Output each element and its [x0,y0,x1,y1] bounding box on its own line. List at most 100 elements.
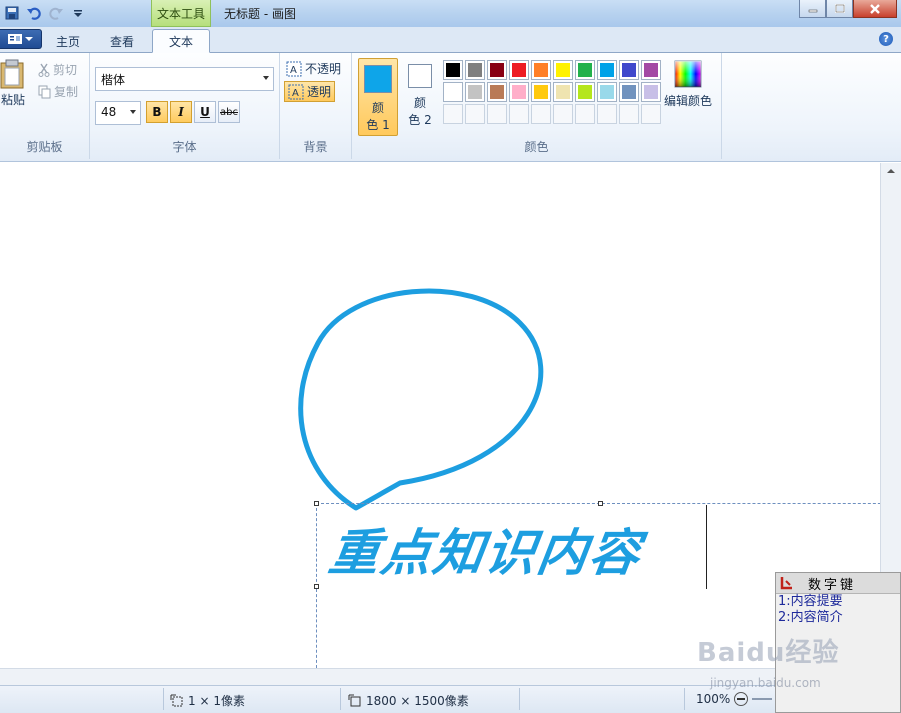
palette-swatch[interactable] [465,60,485,80]
drawing-canvas[interactable]: 重点知识内容 [0,163,880,668]
cut-button[interactable]: 剪切 [38,61,77,78]
paint-menu-button[interactable] [0,29,42,49]
context-tab-text-tools: 文本工具 [151,0,211,27]
tab-view[interactable]: 查看 [98,29,146,53]
palette-swatch[interactable] [619,82,639,102]
font-size-select[interactable]: 48 [95,101,141,125]
ime-logo-icon [780,577,792,590]
customize-toolbar-button[interactable] [68,3,88,23]
palette-swatch[interactable] [443,82,463,102]
quick-access-toolbar [2,3,88,23]
tab-text[interactable]: 文本 [152,29,210,53]
bold-button[interactable]: B [146,101,168,123]
resize-handle[interactable] [314,501,319,506]
ime-candidate[interactable]: 1:内容提要 [776,594,900,610]
redo-button[interactable] [46,3,66,23]
color1-swatch [364,65,392,93]
status-divider [340,688,341,710]
palette-swatch[interactable] [641,60,661,80]
palette-swatch[interactable] [509,82,529,102]
undo-button[interactable] [24,3,44,23]
zoom-value: 100% [696,692,731,706]
palette-swatch[interactable] [487,82,507,102]
palette-swatch[interactable] [465,82,485,102]
chevron-down-icon [74,10,82,17]
palette-swatch[interactable] [597,60,617,80]
color2-button[interactable]: 颜 色 2 [400,58,440,136]
italic-button[interactable]: I [170,101,192,123]
menu-icon [8,34,22,44]
palette-swatch-empty[interactable] [553,104,573,124]
zoom-slider[interactable] [752,698,773,700]
tab-home[interactable]: 主页 [44,29,92,53]
save-icon [5,6,19,20]
paste-button[interactable]: 粘贴 [0,59,26,108]
palette-swatch-empty[interactable] [465,104,485,124]
svg-text:A: A [290,65,297,76]
resize-handle[interactable] [314,584,319,589]
underline-button[interactable]: U [194,101,216,123]
palette-swatch[interactable] [619,60,639,80]
save-button[interactable] [2,3,22,23]
palette-swatch-empty[interactable] [575,104,595,124]
color2-label-line1: 颜 [413,96,426,110]
speech-bubble-outline [298,288,544,511]
ime-candidate[interactable]: 2:内容简介 [776,610,900,626]
group-label-colors: 颜色 [524,140,549,154]
ime-header[interactable]: 数字键 [776,573,900,594]
palette-swatch-empty[interactable] [443,104,463,124]
palette-swatch[interactable] [553,82,573,102]
transparent-button[interactable]: A 透明 [284,81,336,102]
palette-swatch[interactable] [443,60,463,80]
title-bar: 文本工具 无标题 - 画图 [0,0,901,27]
status-image-size: 1800 × 1500像素 [348,692,469,709]
strikethrough-button[interactable]: abc [218,101,240,123]
zoom-out-button[interactable] [734,692,749,706]
copy-button[interactable]: 复制 [38,83,78,100]
palette-swatch[interactable] [597,82,617,102]
status-divider [163,688,164,710]
maximize-icon [834,4,845,13]
color1-label-line2: 色 1 [366,118,390,132]
palette-swatch-empty[interactable] [619,104,639,124]
palette-swatch[interactable] [509,60,529,80]
palette-swatch[interactable] [531,60,551,80]
opaque-icon: A [286,61,302,76]
scroll-up-button[interactable] [881,163,901,179]
chevron-up-icon [887,169,895,173]
color1-label-line1: 颜 [371,101,384,115]
color2-swatch [408,64,432,88]
color-palette [443,60,661,124]
palette-swatch[interactable] [575,82,595,102]
minimize-button[interactable] [799,0,826,18]
canvas-text: 重点知识内容 [325,523,646,582]
font-family-select[interactable]: 楷体 [95,67,274,91]
image-size-icon [348,694,361,706]
palette-swatch-empty[interactable] [487,104,507,124]
maximize-button[interactable] [826,0,853,18]
help-button[interactable]: ? [879,32,893,46]
palette-swatch[interactable] [531,82,551,102]
window-controls [799,0,897,18]
palette-swatch[interactable] [575,60,595,80]
palette-swatch[interactable] [487,60,507,80]
minus-icon [737,698,746,700]
opaque-button[interactable]: A 不透明 [286,60,341,77]
palette-swatch-empty[interactable] [641,104,661,124]
close-button[interactable] [853,0,897,18]
copy-label: 复制 [54,85,79,99]
edit-colors-button[interactable]: 编辑颜色 [664,60,712,109]
undo-icon [27,7,41,20]
status-bar: 1 × 1像素 1800 × 1500像素 100% [0,685,776,713]
color1-button[interactable]: 颜 色 1 [358,58,398,136]
palette-swatch-empty[interactable] [509,104,529,124]
palette-swatch-empty[interactable] [597,104,617,124]
palette-swatch[interactable] [553,60,573,80]
palette-swatch[interactable] [641,82,661,102]
resize-handle[interactable] [598,501,603,506]
palette-swatch-empty[interactable] [531,104,551,124]
color-spectrum-icon [674,60,702,88]
selection-size-icon [170,694,183,706]
edit-colors-label: 编辑颜色 [664,94,713,108]
group-clipboard: 粘贴 剪切 复制 剪贴板 [0,53,90,159]
